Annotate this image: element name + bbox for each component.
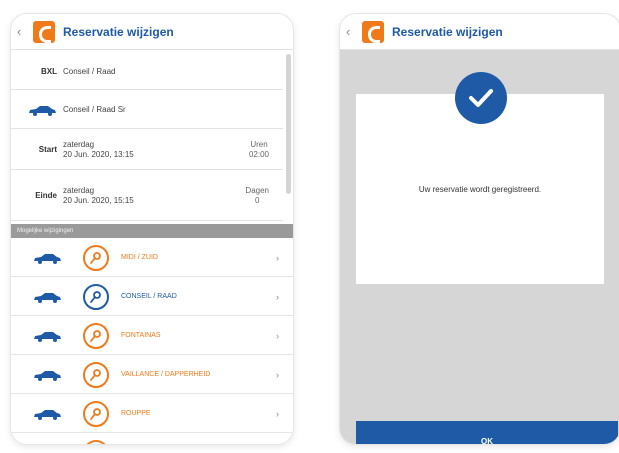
car-icon [11, 369, 83, 381]
key-icon [83, 439, 109, 444]
end-value: zaterdag 20 Jun. 2020, 15:15 [63, 186, 134, 206]
key-icon [83, 322, 109, 349]
back-button[interactable]: ‹ [346, 24, 362, 39]
brand-logo-icon [33, 20, 55, 43]
scrollbar[interactable] [286, 54, 291, 194]
end-row: Einde zaterdag 20 Jun. 2020, 15:15 Dagen… [11, 171, 283, 221]
station-row: BXL Conseil / Raad [11, 54, 283, 90]
days-value: 0 [254, 195, 260, 205]
top-bar: ‹ Reservatie wijzigen [11, 14, 293, 50]
option-row[interactable]: VAILLANCE / DAPPERHEID › [11, 356, 293, 394]
option-label: FONTAINAS [121, 332, 161, 339]
brand-logo-icon [362, 20, 384, 43]
phone-screen-right: ‹ Reservatie wijzigen Uw reservatie word… [340, 14, 619, 444]
car-station-name: Conseil / Raad Sr [63, 105, 126, 114]
option-row[interactable]: MIDI / ZUID › [11, 239, 293, 277]
car-icon [11, 252, 83, 264]
key-icon [83, 283, 109, 310]
back-button[interactable]: ‹ [17, 24, 33, 39]
days-box: Dagen 0 [245, 186, 269, 206]
chevron-right-icon: › [276, 252, 279, 263]
days-label: Dagen [245, 185, 269, 195]
option-label: CONSEIL / RAAD [121, 293, 177, 300]
confirmation-message: Uw reservatie wordt geregistreerd. [418, 184, 542, 194]
checkmark-icon [455, 72, 507, 124]
hours-label: Uren [250, 139, 268, 149]
chevron-right-icon: › [276, 291, 279, 302]
phone-screen-left: ‹ Reservatie wijzigen BXL Conseil / Raad… [11, 14, 293, 444]
car-icon [11, 104, 63, 116]
chevron-right-icon: › [276, 330, 279, 341]
key-icon [83, 244, 109, 271]
key-icon [83, 361, 109, 388]
hours-box: Uren 02:00 [249, 140, 269, 160]
option-label: MIDI / ZUID [121, 254, 158, 261]
station-tag: BXL [41, 67, 57, 76]
chevron-right-icon: › [276, 369, 279, 380]
start-day: zaterdag [63, 139, 95, 149]
start-row: Start zaterdag 20 Jun. 2020, 13:15 Uren … [11, 130, 283, 170]
end-day: zaterdag [63, 185, 95, 195]
section-header: Mogelijke wijzigingen [11, 224, 293, 238]
ok-button[interactable]: OK [356, 421, 618, 444]
option-row[interactable]: CONSEIL / RAAD › [11, 278, 293, 316]
option-label: VAILLANCE / DAPPERHEID [121, 371, 211, 378]
page-title: Reservatie wijzigen [63, 24, 174, 39]
car-icon [11, 330, 83, 342]
option-label: ROUPPE [121, 410, 151, 417]
car-icon [11, 408, 83, 420]
end-label: Einde [35, 191, 57, 200]
car-icon [11, 291, 83, 303]
car-row: Conseil / Raad Sr [11, 91, 283, 129]
option-row[interactable]: CHAPELLE / KAPEL› [11, 434, 293, 444]
top-bar: ‹ Reservatie wijzigen [340, 14, 619, 50]
key-icon [83, 400, 109, 427]
option-row[interactable]: FONTAINAS › [11, 317, 293, 355]
start-value: zaterdag 20 Jun. 2020, 13:15 [63, 140, 134, 160]
hours-value: 02:00 [248, 149, 269, 159]
option-row[interactable]: ROUPPE › [11, 395, 293, 433]
start-label: Start [38, 145, 57, 154]
station-name: Conseil / Raad [63, 67, 116, 76]
chevron-right-icon: › [276, 408, 279, 419]
end-datetime: 20 Jun. 2020, 15:15 [63, 195, 134, 205]
start-datetime: 20 Jun. 2020, 13:15 [63, 149, 134, 159]
page-title: Reservatie wijzigen [392, 24, 503, 39]
